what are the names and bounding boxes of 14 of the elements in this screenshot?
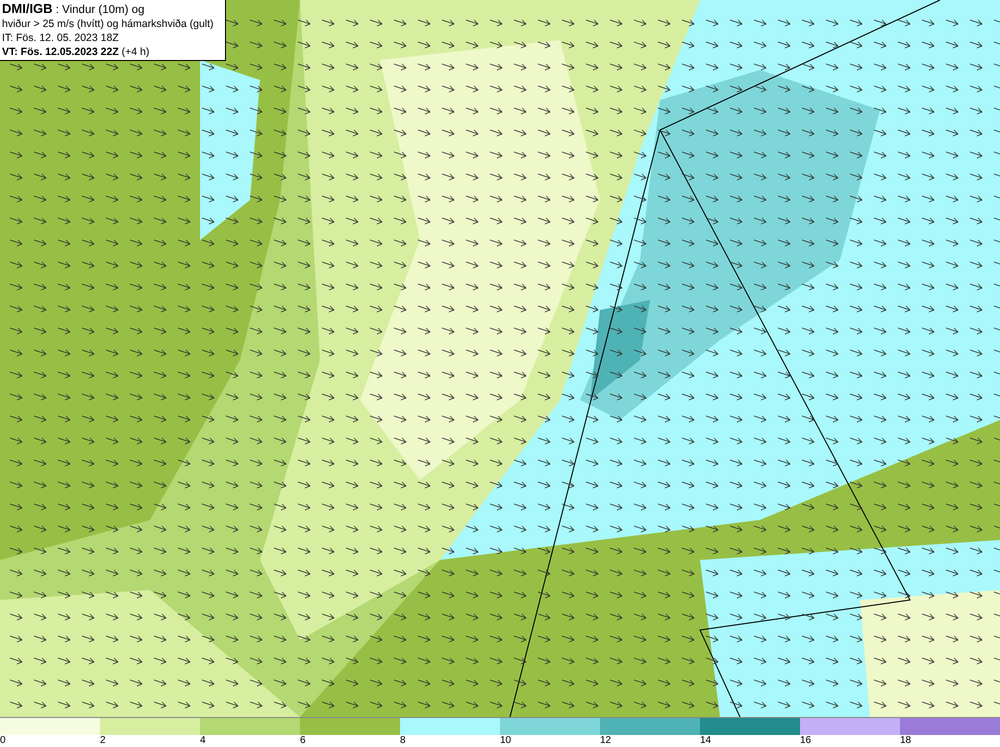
- legend-label: 0: [0, 735, 6, 746]
- header-text: DMI/IGB : Vindur (10m) og: [2, 2, 146, 17]
- legend-label: 14: [700, 735, 712, 746]
- header-text: VT: Fös. 12.05.2023 22Z (+4 h): [2, 45, 150, 59]
- legend-label: 18: [900, 735, 912, 746]
- legend-label: 12: [600, 735, 612, 746]
- legend-label: 8: [400, 735, 406, 746]
- legend-label: 6: [300, 735, 306, 746]
- header-text: hviður > 25 m/s (hvítt) og hámarkshviða (gult): [2, 17, 215, 31]
- legend-label: 10: [500, 735, 512, 746]
- legend-label: 2: [100, 735, 106, 746]
- header-text: IT: Fös. 12. 05. 2023 18Z: [2, 31, 120, 45]
- legend-label: 4: [200, 735, 206, 746]
- legend-label: 16: [800, 735, 812, 746]
